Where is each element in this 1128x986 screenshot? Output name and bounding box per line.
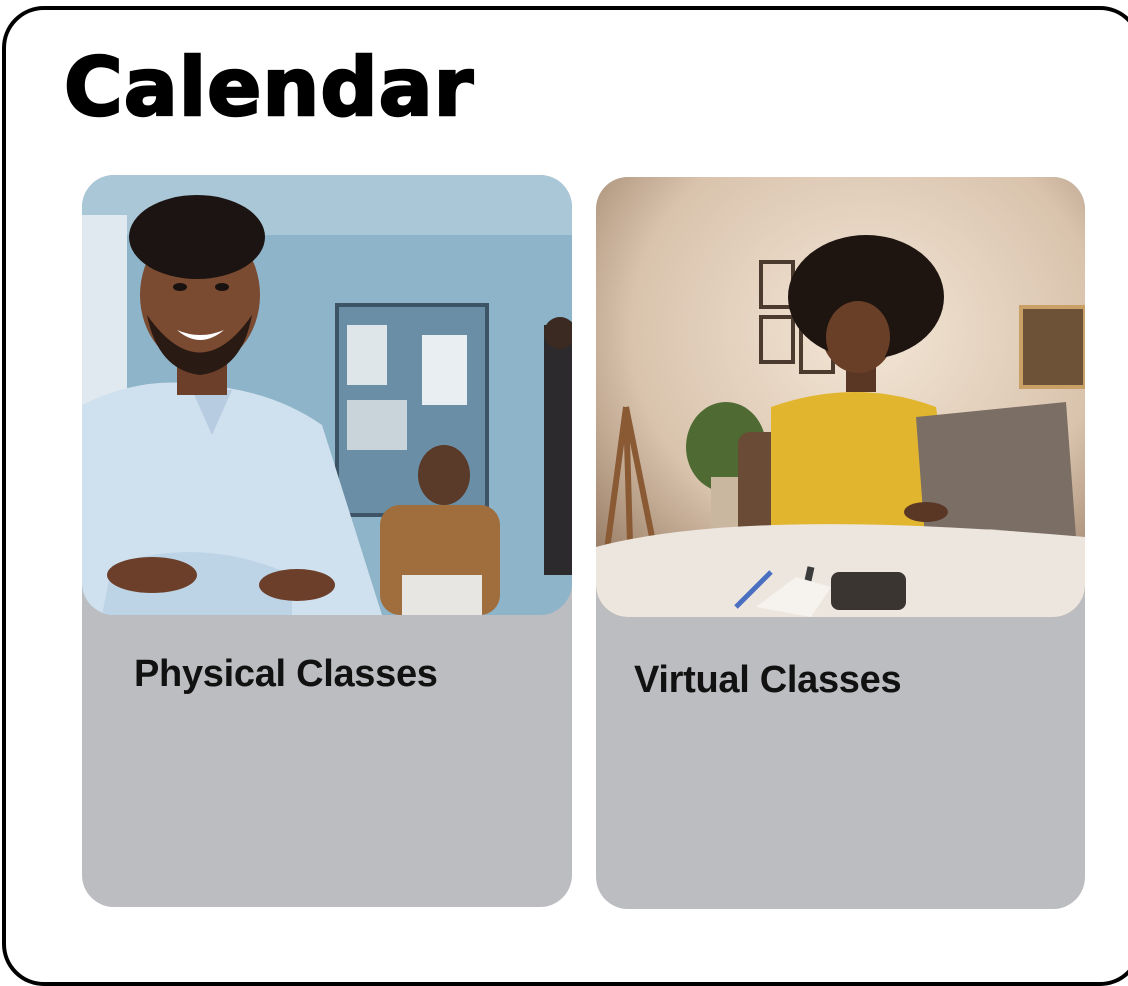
- virtual-classes-card[interactable]: Virtual Classes: [596, 177, 1085, 909]
- physical-classes-card[interactable]: Physical Classes: [82, 175, 572, 907]
- classroom-photo: [82, 175, 572, 615]
- virtual-classes-image: [596, 177, 1085, 617]
- home-office-photo: [596, 177, 1085, 617]
- physical-classes-label: Physical Classes: [134, 653, 438, 695]
- virtual-classes-label: Virtual Classes: [634, 659, 902, 701]
- page-title: Calendar: [63, 41, 475, 134]
- physical-classes-image: [82, 175, 572, 615]
